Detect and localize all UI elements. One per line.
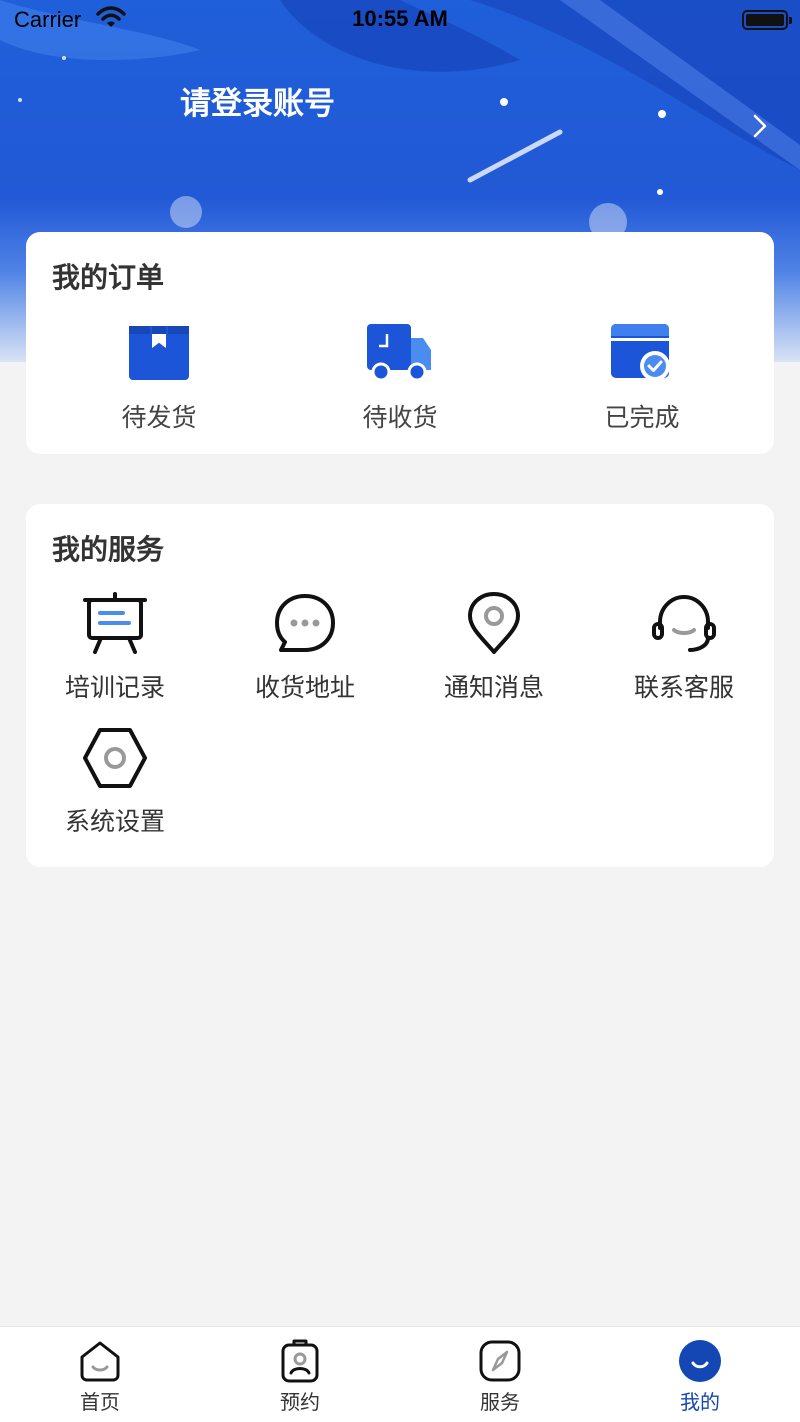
package-icon [129,326,189,380]
order-pending-receipt[interactable]: 待收货 [320,320,480,432]
order-label: 待发货 [121,403,197,432]
service-label: 通知消息 [443,673,544,702]
service-label: 培训记录 [64,673,165,702]
service-system-settings[interactable]: 系统设置 [40,726,190,846]
presentation-board-icon [83,592,147,654]
tab-label: 我的 [680,1390,720,1414]
service-notifications[interactable]: 通知消息 [419,592,569,712]
order-completed[interactable]: 已完成 [562,320,722,432]
tab-label: 预约 [280,1390,320,1414]
order-label: 已完成 [604,403,680,432]
tab-label: 服务 [480,1390,520,1414]
home-icon [80,1341,120,1382]
tab-appointment[interactable]: 预约 [240,1339,360,1419]
hexagon-settings-icon [83,728,147,788]
completed-box-icon [611,324,670,381]
location-pin-icon [468,592,520,654]
service-label: 收货地址 [254,673,355,702]
order-pending-shipment[interactable]: 待发货 [79,320,239,432]
services-card: 我的服务 培训记录 收货地址 通知消息 联系客服 系统设置 [26,504,774,867]
service-label: 联系客服 [633,673,734,702]
profile-icon [679,1340,721,1382]
tab-services[interactable]: 服务 [440,1339,560,1419]
appointment-icon [281,1339,319,1383]
status-bar: Carrier 10:55 AM [0,0,800,40]
bottom-tab-bar: 首页 预约 服务 我的 [0,1326,800,1422]
chat-bubble-icon [275,594,335,652]
battery-icon [742,10,792,30]
service-training-records[interactable]: 培训记录 [40,592,190,712]
chevron-right-icon[interactable] [748,112,772,140]
service-customer-support[interactable]: 联系客服 [609,592,759,712]
service-label: 系统设置 [64,807,165,836]
orders-card: 我的订单 待发货 待收货 已完成 [26,232,774,454]
orders-title: 我的订单 [52,261,165,294]
order-label: 待收货 [362,403,438,432]
tab-profile[interactable]: 我的 [640,1339,760,1419]
tab-label: 首页 [80,1390,120,1414]
compass-icon [479,1340,521,1382]
login-prompt[interactable]: 请登录账号 [180,78,335,123]
service-shipping-address[interactable]: 收货地址 [230,592,380,712]
delivery-truck-icon [367,324,431,382]
services-title: 我的服务 [52,533,165,566]
headset-icon [652,594,716,652]
tab-home[interactable]: 首页 [40,1339,160,1419]
status-time: 10:55 AM [352,6,448,31]
